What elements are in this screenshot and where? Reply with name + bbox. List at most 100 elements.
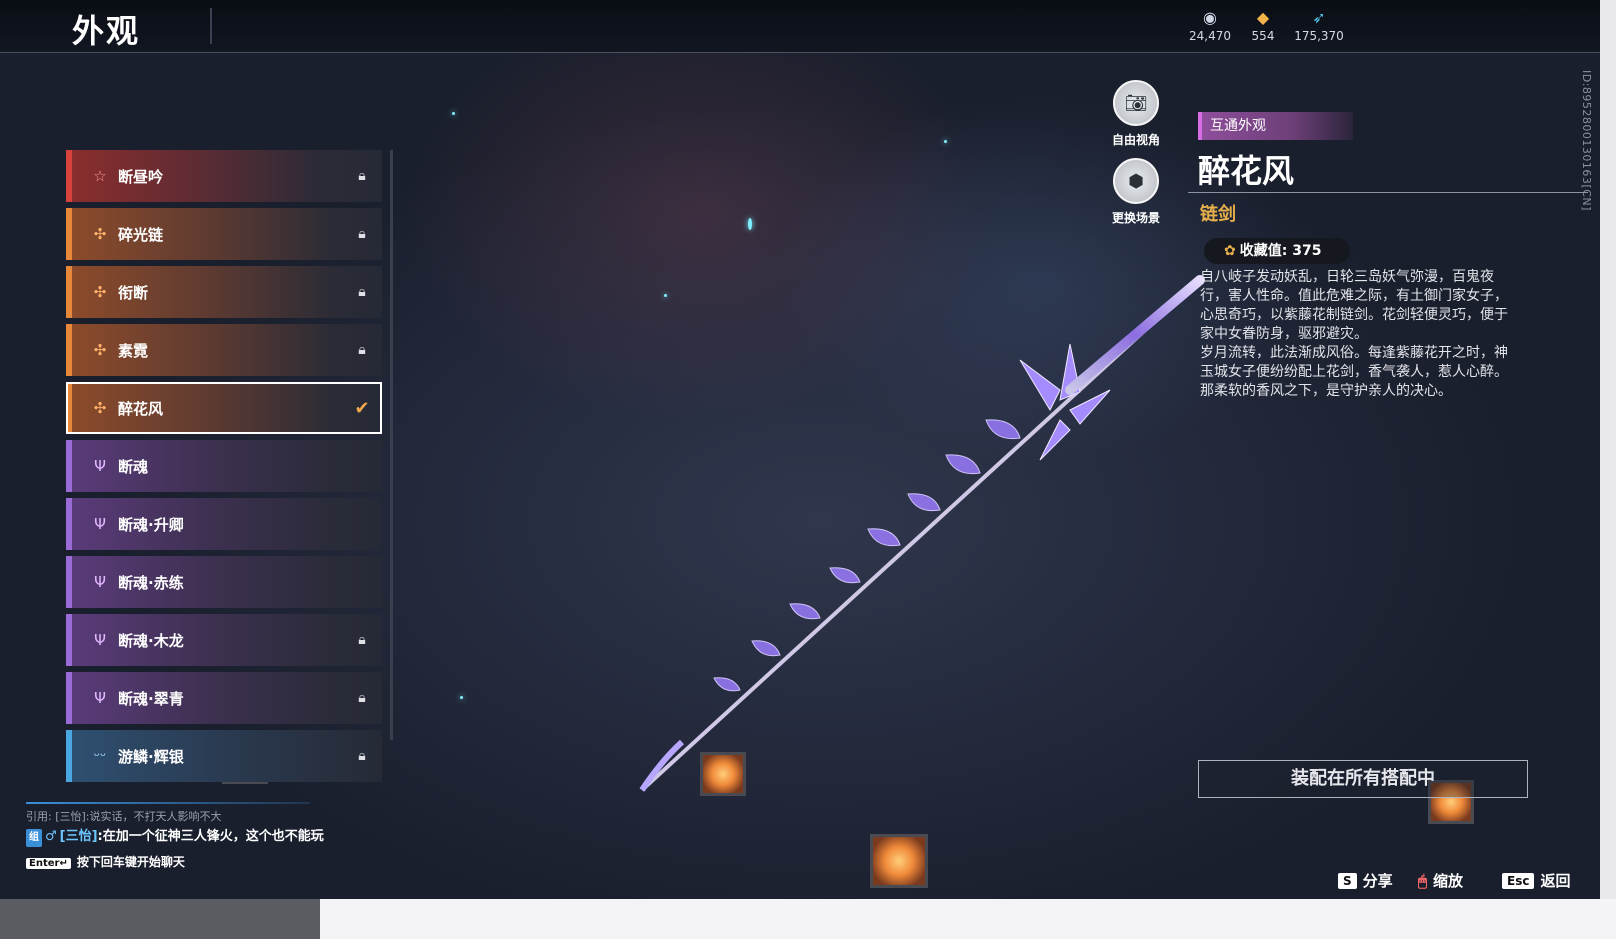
cross-icon: ✣ bbox=[93, 341, 107, 359]
list-item[interactable]: Ψ 断魂·翠青 🔒︎ bbox=[66, 672, 382, 724]
chat-quote: 引用: [三怡]:说实话，不打天人影响不大 bbox=[26, 810, 222, 823]
esc-key: Esc bbox=[1502, 872, 1535, 889]
desktop-strip-dark bbox=[0, 899, 320, 939]
checkmark-icon: ✔ bbox=[354, 397, 370, 419]
share-hotkey[interactable]: S 分享 bbox=[1338, 870, 1393, 891]
list-scrollbar[interactable] bbox=[390, 150, 393, 740]
description-line: 家中女眷防身，驱邪避灾。 bbox=[1200, 326, 1368, 342]
enter-key: Enter↵ bbox=[26, 858, 71, 869]
item-label: 断魂·翠青 bbox=[118, 689, 184, 708]
sparkle bbox=[452, 112, 455, 115]
collection-icon: ✿ bbox=[1224, 243, 1236, 259]
channel-badge: 组 bbox=[26, 829, 42, 847]
blade-end bbox=[639, 739, 685, 792]
item-label: 断昼吟 bbox=[118, 167, 164, 186]
shared-appearance-tag: 互通外观 bbox=[1198, 112, 1353, 140]
chat-box[interactable]: 引用: [三怡]:说实话，不打天人影响不大 组 ♂ [三怡]:在加一个征神三人锋火，… bbox=[26, 808, 326, 870]
item-type: 链剑 bbox=[1200, 204, 1236, 225]
list-item[interactable]: ᵕᵕ 游鳞·辉银 🔒︎ bbox=[66, 730, 382, 782]
chat-hint: Enter↵ 按下回车键开始聊天 bbox=[26, 853, 326, 870]
item-label: 断魂·木龙 bbox=[118, 631, 184, 650]
trident-icon: Ψ bbox=[94, 457, 106, 475]
change-scene-button[interactable]: ⬢ 更换场景 bbox=[1112, 158, 1160, 226]
game-viewport: 外观 ◉ 24,470 ◆ 554 ➶ 175,370 ☆ 断昼吟 🔒︎ ✣ 碎… bbox=[0, 0, 1600, 899]
share-key: S bbox=[1338, 872, 1357, 889]
back-hotkey[interactable]: Esc 返回 bbox=[1502, 870, 1570, 891]
currency-gold-value: 554 bbox=[1251, 29, 1275, 43]
feather-icon: ➶ bbox=[1312, 8, 1326, 27]
mouse-icon: 🖱︎ bbox=[1418, 871, 1428, 890]
lantern-decoration bbox=[870, 834, 928, 888]
scene-cube-icon: ⬢ bbox=[1113, 158, 1159, 204]
lantern-decoration bbox=[700, 752, 746, 796]
list-item[interactable]: ✣ 衔断 🔒︎ bbox=[66, 266, 382, 318]
zoom-hotkey[interactable]: 🖱︎ 缩放 bbox=[1418, 870, 1463, 891]
weapon-model bbox=[639, 275, 1205, 792]
chat-hint-text: 按下回车键开始聊天 bbox=[76, 855, 185, 869]
item-label: 醉花风 bbox=[118, 399, 164, 418]
sparkle bbox=[944, 140, 947, 143]
chat-nick[interactable]: [三怡] bbox=[60, 829, 98, 844]
sparkle bbox=[748, 218, 752, 230]
description-line: 行，害人性命。值此危难之际，有土御门家女子， bbox=[1200, 288, 1508, 304]
item-name: 醉花风 bbox=[1198, 152, 1295, 190]
item-label: 碎光链 bbox=[118, 225, 164, 244]
item-label: 断魂·赤练 bbox=[118, 573, 184, 592]
appearance-list: ☆ 断昼吟 🔒︎ ✣ 碎光链 🔒︎ ✣ 衔断 🔒︎ ✣ 素霓 🔒︎ ✣ 醉花风 … bbox=[66, 150, 384, 790]
lock-icon: 🔒︎ bbox=[358, 690, 366, 706]
name-divider bbox=[1188, 192, 1588, 193]
title-divider bbox=[210, 8, 212, 44]
collection-value-badge: ✿ 收藏值: 375 bbox=[1204, 238, 1350, 264]
player-id: ID:8952800130163[CN] bbox=[1580, 70, 1593, 211]
chat-text: :在加一个征神三人锋火，这个也不能玩 bbox=[97, 829, 324, 844]
share-label: 分享 bbox=[1362, 872, 1393, 890]
description-line: 那柔软的香风之下，是守护亲人的决心。 bbox=[1200, 383, 1452, 399]
lock-icon: 🔒︎ bbox=[358, 748, 366, 764]
list-item[interactable]: ✣ 素霓 🔒︎ bbox=[66, 324, 382, 376]
item-label: 素霓 bbox=[118, 341, 149, 360]
free-view-label: 自由视角 bbox=[1111, 133, 1160, 147]
currency-feather: ➶ 175,370 bbox=[1284, 8, 1354, 43]
cross-icon: ✣ bbox=[93, 225, 107, 243]
blade-tip bbox=[1065, 275, 1205, 395]
description-line: 自八岐子发动妖乱，日轮三岛妖气弥漫，百鬼夜 bbox=[1200, 269, 1494, 285]
page-title: 外观 bbox=[72, 12, 141, 50]
list-item-selected[interactable]: ✣ 醉花风 ✔ bbox=[66, 382, 382, 434]
description-line: 岁月流转，此法渐成风俗。每逢紫藤花开之时，神 bbox=[1200, 345, 1508, 361]
fin-icon: ᵕᵕ bbox=[93, 747, 107, 765]
item-label: 游鳞·辉银 bbox=[118, 747, 184, 766]
lock-icon: 🔒︎ bbox=[358, 632, 366, 648]
list-item[interactable]: ☆ 断昼吟 🔒︎ bbox=[66, 150, 382, 202]
top-bar: 外观 ◉ 24,470 ◆ 554 ➶ 175,370 bbox=[0, 0, 1600, 53]
change-scene-label: 更换场景 bbox=[1111, 211, 1160, 225]
free-view-button[interactable]: 📷︎ 自由视角 bbox=[1112, 80, 1160, 148]
wisteria-petals bbox=[713, 419, 1021, 692]
lock-icon: 🔒︎ bbox=[358, 168, 366, 184]
trident-icon: Ψ bbox=[94, 573, 106, 591]
item-label: 断魂·升卿 bbox=[118, 515, 184, 534]
list-item[interactable]: Ψ 断魂·木龙 🔒︎ bbox=[66, 614, 382, 666]
currency-feather-value: 175,370 bbox=[1294, 29, 1344, 43]
lock-icon: 🔒︎ bbox=[358, 284, 366, 300]
lock-icon: 🔒︎ bbox=[358, 342, 366, 358]
lock-icon: 🔒︎ bbox=[358, 226, 366, 242]
cross-icon: ✣ bbox=[93, 283, 107, 301]
cross-icon: ✣ bbox=[93, 399, 107, 417]
list-item[interactable]: Ψ 断魂 bbox=[66, 440, 382, 492]
list-item[interactable]: Ψ 断魂·升卿 bbox=[66, 498, 382, 550]
chat-message: 组 ♂ [三怡]:在加一个征神三人锋火，这个也不能玩 bbox=[26, 828, 326, 847]
description-line: 心思奇巧，以紫藤花制链剑。花剑轻便灵巧，便于 bbox=[1200, 307, 1508, 323]
zoom-label: 缩放 bbox=[1433, 872, 1464, 890]
male-icon: ♂ bbox=[45, 829, 57, 844]
chat-divider bbox=[26, 802, 310, 804]
star-icon: ☆ bbox=[93, 167, 107, 185]
camera-icon: 📷︎ bbox=[1113, 80, 1159, 126]
item-label: 衔断 bbox=[118, 283, 149, 302]
list-item[interactable]: Ψ 断魂·赤练 bbox=[66, 556, 382, 608]
list-item[interactable]: ✣ 碎光链 🔒︎ bbox=[66, 208, 382, 260]
equip-all-outfits-button[interactable]: 装配在所有搭配中 bbox=[1198, 760, 1528, 798]
back-label: 返回 bbox=[1540, 872, 1571, 890]
currency-jade-value: 24,470 bbox=[1189, 29, 1231, 43]
item-description: 自八岐子发动妖乱，日轮三岛妖气弥漫，百鬼夜 行，害人性命。值此危难之际，有土御门… bbox=[1200, 268, 1540, 401]
trident-icon: Ψ bbox=[94, 631, 106, 649]
